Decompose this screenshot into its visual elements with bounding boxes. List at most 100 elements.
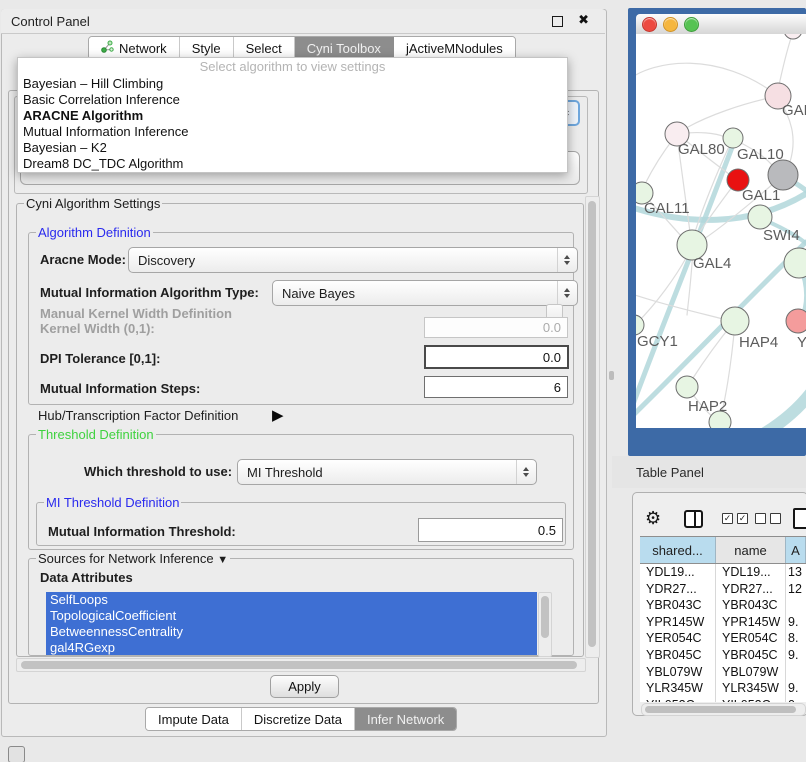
data-attributes-list: SelfLoopsTopologicalCoefficientBetweenne… — [46, 592, 537, 655]
attribute-item-selfloops[interactable]: SelfLoops — [46, 592, 537, 608]
mi-type-label: Mutual Information Algorithm Type: — [40, 285, 259, 300]
network-edge[interactable] — [760, 386, 806, 428]
mi-steps-field[interactable]: 6 — [424, 376, 568, 398]
float-window-icon[interactable] — [552, 16, 563, 27]
tab-style[interactable]: Style — [180, 37, 234, 59]
minimize-traffic-light-icon[interactable] — [663, 17, 678, 32]
hub-definition-label: Hub/Transcription Factor Definition — [38, 408, 238, 423]
control-panel-bottom-tabs: Impute DataDiscretize DataInfer Network — [145, 707, 457, 731]
network-node-gcy1[interactable] — [636, 315, 644, 335]
algorithm-option-mutual-information-inference[interactable]: Mutual Information Inference — [18, 124, 567, 140]
expand-arrow-icon[interactable]: ▶ — [272, 406, 284, 424]
table-row[interactable]: YBR045CYBR045C9. — [640, 647, 806, 664]
apply-button[interactable]: Apply — [270, 675, 339, 698]
tab-select[interactable]: Select — [234, 37, 295, 59]
tab-discretize-data[interactable]: Discretize Data — [242, 708, 355, 730]
sources-title: Sources for Network Inference ▼ — [36, 551, 230, 566]
mi-threshold-field[interactable]: 0.5 — [418, 518, 563, 542]
table-body: YDL19...YDL19...13YDR27...YDR27...12YBR0… — [640, 564, 806, 702]
control-panel-title: Control Panel — [11, 14, 90, 29]
node-label-y: Y — [797, 334, 806, 351]
close-icon[interactable]: ✖ — [578, 12, 589, 28]
tab-network[interactable]: Network — [89, 37, 180, 59]
settings-horizontal-scrollbar[interactable] — [16, 658, 586, 672]
network-edge[interactable] — [636, 292, 723, 319]
table-row[interactable]: YBL079WYBL079W — [640, 664, 806, 681]
algorithm-option-bayesian-hill-climbing[interactable]: Bayesian – Hill Climbing — [18, 76, 567, 92]
attribute-item-gal4rgexp[interactable]: gal4RGexp — [46, 640, 537, 655]
network-edge[interactable] — [779, 34, 793, 85]
minimized-panel-icon[interactable] — [8, 746, 25, 762]
table-row[interactable]: YDR27...YDR27...12 — [640, 581, 806, 598]
network-canvas-svg: GALGAL80GAL10GAL1GAL11SWI4GAL4GCY1HAP4YH… — [636, 34, 806, 428]
mi-threshold-definition-title: MI Threshold Definition — [44, 495, 181, 510]
kernel-width-label: Kernel Width (0,1): — [40, 321, 155, 336]
which-threshold-value: MI Threshold — [247, 465, 323, 480]
network-node-y[interactable] — [786, 309, 806, 333]
attributes-list-scrollbar[interactable] — [538, 592, 552, 657]
data-attributes-label: Data Attributes — [40, 570, 133, 585]
settings-vertical-scrollbar[interactable] — [585, 196, 600, 658]
column-header-name[interactable]: name — [716, 537, 786, 563]
aracne-mode-select[interactable]: Discovery — [128, 247, 578, 273]
algorithm-option-bayesian-k2[interactable]: Bayesian – K2 — [18, 140, 567, 156]
aracne-mode-label: Aracne Mode: — [40, 252, 126, 267]
zoom-traffic-light-icon[interactable] — [684, 17, 699, 32]
combo-arrows-icon — [557, 248, 576, 272]
mi-type-select[interactable]: Naive Bayes — [272, 280, 578, 306]
kernel-width-field[interactable]: 0.0 — [424, 317, 568, 338]
network-node[interactable] — [784, 248, 806, 278]
clear-checkboxes-icon[interactable] — [755, 513, 781, 524]
network-node-swi4[interactable] — [748, 205, 772, 229]
attribute-item-betweennesscentrality[interactable]: BetweennessCentrality — [46, 624, 537, 640]
columns-icon[interactable] — [684, 510, 703, 528]
close-traffic-light-icon[interactable] — [642, 17, 657, 32]
table-row[interactable]: YER054CYER054C8. — [640, 630, 806, 647]
mi-type-value: Naive Bayes — [282, 286, 355, 301]
network-edge[interactable] — [636, 63, 778, 96]
network-node[interactable] — [784, 34, 802, 39]
algorithm-option-dream8-dc-tdc-algorithm[interactable]: Dream8 DC_TDC Algorithm — [18, 156, 567, 172]
table-panel-strip: Table Panel — [612, 456, 806, 488]
node-label-gal80: GAL80 — [678, 141, 725, 158]
algorithm-dropdown-popup: Select algorithm to view settings Bayesi… — [17, 57, 568, 173]
new-table-icon[interactable] — [793, 508, 806, 529]
node-label-gal: GAL — [782, 102, 806, 119]
network-window-titlebar[interactable] — [636, 14, 806, 35]
tab-infer-network[interactable]: Infer Network — [355, 708, 456, 730]
column-header-shared[interactable]: shared... — [640, 537, 716, 563]
network-node[interactable] — [768, 160, 798, 190]
splitter-handle[interactable] — [609, 371, 614, 380]
mi-steps-label: Mutual Information Steps: — [40, 381, 200, 396]
which-threshold-select[interactable]: MI Threshold — [237, 459, 537, 485]
table-row[interactable]: YBR043CYBR043C — [640, 597, 806, 614]
algorithm-option-basic-correlation-inference[interactable]: Basic Correlation Inference — [18, 92, 567, 108]
network-node-gal10[interactable] — [723, 128, 743, 148]
table-row[interactable]: YIL052CYIL052C0 — [640, 697, 806, 702]
column-header-a[interactable]: A — [786, 537, 806, 563]
network-node-hap4[interactable] — [721, 307, 749, 335]
attribute-item-topologicalcoefficient[interactable]: TopologicalCoefficient — [46, 608, 537, 624]
table-row[interactable]: YLR345WYLR345W9. — [640, 680, 806, 697]
table-row[interactable]: YDL19...YDL19...13 — [640, 564, 806, 581]
dpi-tolerance-field[interactable]: 0.0 — [424, 345, 569, 369]
algorithm-definition-title: Algorithm Definition — [36, 225, 153, 240]
table-horizontal-scrollbar[interactable] — [641, 703, 806, 716]
combo-arrows-icon — [557, 281, 576, 305]
collapse-arrow-icon[interactable]: ▼ — [217, 554, 228, 566]
algorithm-option-aracne-algorithm[interactable]: ARACNE Algorithm — [18, 108, 567, 124]
node-label-gcy1: GCY1 — [637, 333, 678, 350]
network-edge[interactable] — [645, 138, 674, 184]
network-view[interactable]: GALGAL80GAL10GAL1GAL11SWI4GAL4GCY1HAP4YH… — [636, 34, 806, 428]
dpi-tolerance-label: DPI Tolerance [0,1]: — [40, 351, 160, 366]
tab-cyni-toolbox[interactable]: Cyni Toolbox — [295, 37, 394, 59]
network-edge[interactable] — [688, 96, 778, 127]
gear-icon[interactable]: ⚙ — [645, 509, 661, 527]
tab-jactivemnodules[interactable]: jActiveMNodules — [394, 37, 515, 59]
control-panel-titlebar: Control Panel ✖ — [1, 9, 605, 34]
table-row[interactable]: YPR145WYPR145W9. — [640, 614, 806, 631]
combo-arrows-icon — [516, 460, 535, 484]
network-node-hap2[interactable] — [676, 376, 698, 398]
select-all-checkboxes-icon[interactable]: ✓✓ — [722, 513, 748, 524]
tab-impute-data[interactable]: Impute Data — [146, 708, 242, 730]
